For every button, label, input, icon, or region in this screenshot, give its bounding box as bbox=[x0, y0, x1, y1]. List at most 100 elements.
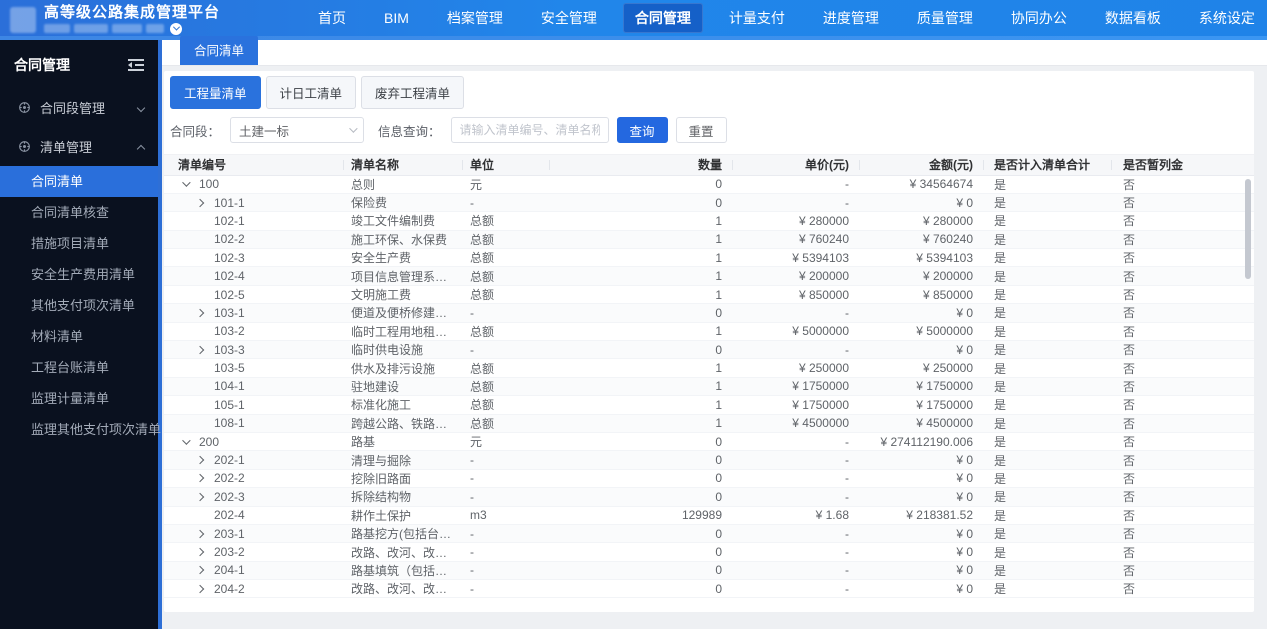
table-row: 203-2改路、改河、改渠挖方(...-0-¥ 0是否 bbox=[164, 542, 1254, 562]
sidebar-menu-item[interactable]: 合同清单 bbox=[0, 166, 158, 197]
expand-row-icon[interactable] bbox=[195, 566, 205, 575]
reset-button[interactable]: 重置 bbox=[675, 117, 727, 143]
table-row: 108-1跨越公路、铁路施工干...总额1¥ 4500000¥ 4500000是… bbox=[164, 414, 1254, 433]
unit-cell: 元 bbox=[462, 175, 549, 194]
provisional-sum-cell: 否 bbox=[1111, 524, 1254, 544]
unit-price-cell: ¥ 280000 bbox=[732, 211, 859, 231]
unit-price-cell: - bbox=[732, 175, 859, 194]
quantity-cell: 1 bbox=[549, 211, 732, 231]
contract-section-select[interactable]: 土建一标 bbox=[230, 117, 365, 143]
table-row: 102-5 文明施工费 总额 1 ¥ 850000 ¥ 850000 是否 bbox=[164, 285, 1254, 305]
project-dropdown-icon[interactable] bbox=[170, 22, 182, 35]
sidebar-menu-item[interactable]: 工程台账清单 bbox=[0, 352, 158, 383]
nav-item[interactable]: 安全管理 bbox=[529, 3, 609, 33]
collapse-row-icon[interactable] bbox=[182, 435, 191, 445]
unit-price-cell: ¥ 5394103 bbox=[732, 248, 859, 268]
expand-row-icon[interactable] bbox=[195, 455, 205, 465]
query-input[interactable] bbox=[450, 117, 609, 143]
sidebar-group-contract-sections[interactable]: 合同段管理 bbox=[0, 88, 158, 127]
quantity-cell: 0 bbox=[549, 175, 732, 194]
page-tab-contract-list[interactable]: 合同清单 bbox=[180, 35, 259, 65]
list-code-cell: 202-1 bbox=[164, 450, 343, 470]
list-code-cell: 200 bbox=[164, 432, 343, 452]
list-code-cell: 204-1 bbox=[164, 561, 343, 581]
header-row: 清单编号 清单名称 单位 数量 单价(元) 金额(元) 是否计入清单合计 是否暂列金 bbox=[164, 155, 1254, 176]
subtab[interactable]: 废弃工程清单 bbox=[361, 76, 465, 109]
nav-item[interactable]: 首页 bbox=[306, 3, 358, 33]
nav-item[interactable]: 计量支付 bbox=[717, 3, 797, 33]
sidebar: 合同管理 合同段管理 清单管理 合同清单 合同清单核查 措施项目清单 安全生产费… bbox=[0, 40, 161, 629]
nav-item[interactable]: 进度管理 bbox=[811, 3, 891, 33]
expand-row-icon[interactable] bbox=[195, 474, 205, 483]
provisional-sum-cell: 否 bbox=[1111, 248, 1254, 268]
sidebar-menu-item[interactable]: 安全生产费用清单 bbox=[0, 259, 158, 290]
expand-row-icon[interactable] bbox=[195, 492, 205, 502]
list-code-cell: 104-1 bbox=[164, 377, 343, 397]
sidebar-menu-item[interactable]: 合同清单核查 bbox=[0, 197, 158, 228]
list-name-cell: 驻地建设 bbox=[343, 377, 462, 397]
menu-fold-icon[interactable] bbox=[128, 59, 144, 71]
provisional-sum-cell: 否 bbox=[1111, 377, 1254, 397]
included-in-total-cell: 是 bbox=[983, 377, 1111, 397]
unit-cell: - bbox=[462, 303, 549, 323]
expand-row-icon[interactable] bbox=[195, 584, 205, 594]
unit-cell: - bbox=[462, 524, 549, 544]
amount-cell: ¥ 5394103 bbox=[859, 248, 983, 268]
unit-price-cell: ¥ 1750000 bbox=[732, 377, 859, 397]
table-row: 105-1 标准化施工 总额 1 ¥ 1750000 ¥ 1750000 是否 bbox=[164, 395, 1254, 415]
list-name-cell: 项目信息管理系统（暂... bbox=[343, 266, 462, 286]
unit-price-cell: ¥ 4500000 bbox=[732, 414, 859, 433]
amount-cell: ¥ 0 bbox=[859, 469, 983, 489]
vertical-scrollbar[interactable] bbox=[1245, 179, 1251, 279]
unit-price-cell: - bbox=[732, 432, 859, 452]
subtab[interactable]: 工程量清单 bbox=[170, 76, 261, 109]
unit-price-cell: - bbox=[732, 487, 859, 507]
nav-item[interactable]: 协同办公 bbox=[999, 3, 1079, 33]
quantity-cell: 0 bbox=[549, 432, 732, 452]
nav-item[interactable]: 合同管理 bbox=[622, 3, 703, 33]
expand-row-icon[interactable] bbox=[195, 529, 205, 538]
quantity-cell: 1 bbox=[549, 395, 732, 415]
list-code-cell: 100 bbox=[164, 175, 343, 194]
included-in-total-cell: 是 bbox=[983, 322, 1111, 342]
quantity-cell: 0 bbox=[549, 561, 732, 581]
list-code: 108-1 bbox=[214, 416, 245, 431]
sidebar-menu-item[interactable]: 监理计量清单 bbox=[0, 383, 158, 414]
list-name-cell: 拆除结构物 bbox=[343, 487, 462, 507]
nav-item[interactable]: 质量管理 bbox=[905, 3, 985, 33]
quantity-cell: 1 bbox=[549, 230, 732, 250]
nav-item[interactable]: 数据看板 bbox=[1093, 3, 1173, 33]
list-name-cell: 保险费 bbox=[343, 193, 462, 213]
unit-price-cell: ¥ 250000 bbox=[732, 358, 859, 378]
amount-cell: ¥ 4500000 bbox=[859, 414, 983, 433]
unit-cell: - bbox=[462, 193, 549, 213]
sidebar-group-list-management[interactable]: 清单管理 bbox=[0, 127, 158, 166]
quantity-cell: 1 bbox=[549, 377, 732, 397]
subtab[interactable]: 计日工清单 bbox=[265, 76, 357, 109]
expand-row-icon[interactable] bbox=[195, 308, 205, 318]
list-code: 204-2 bbox=[214, 581, 245, 596]
sidebar-menu-item[interactable]: 监理其他支付项次清单 bbox=[0, 414, 161, 445]
search-button[interactable]: 查询 bbox=[616, 117, 668, 143]
expand-row-icon[interactable] bbox=[195, 547, 205, 557]
expand-row-icon[interactable] bbox=[195, 345, 205, 354]
sidebar-menu-item[interactable]: 材料清单 bbox=[0, 321, 158, 352]
amount-cell: ¥ 850000 bbox=[859, 285, 983, 305]
nav-item[interactable]: BIM bbox=[372, 5, 421, 31]
page-tab-bar: 合同清单 bbox=[162, 35, 1267, 66]
quantity-cell: 1 bbox=[549, 358, 732, 378]
unit-cell: 总额 bbox=[462, 322, 549, 342]
list-code: 103-2 bbox=[214, 324, 245, 339]
subtabs: 工程量清单 计日工清单 废弃工程清单 bbox=[164, 76, 1254, 109]
nav-item[interactable]: 档案管理 bbox=[435, 3, 515, 33]
included-in-total-cell: 是 bbox=[983, 542, 1111, 562]
sidebar-menu-item[interactable]: 其他支付项次清单 bbox=[0, 290, 158, 321]
sidebar-menu-item[interactable]: 措施项目清单 bbox=[0, 228, 158, 259]
collapse-row-icon[interactable] bbox=[182, 178, 191, 188]
quantity-cell: 0 bbox=[549, 542, 732, 562]
info-query-label: 信息查询： bbox=[378, 124, 441, 139]
list-code: 203-2 bbox=[214, 545, 245, 559]
expand-row-icon[interactable] bbox=[195, 198, 205, 207]
unit-cell: - bbox=[462, 487, 549, 507]
nav-item[interactable]: 系统设定 bbox=[1187, 3, 1267, 33]
